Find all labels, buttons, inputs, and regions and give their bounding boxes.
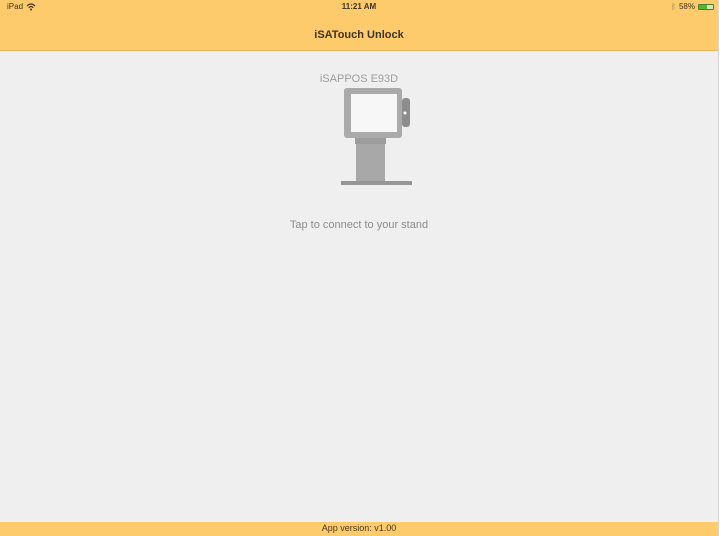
device-name[interactable]: iSAPPOS E93D [0,73,718,85]
bluetooth-icon: ᛒ [671,2,676,11]
battery-percent: 58% [678,2,695,11]
app-version: App version: v1.00 [321,523,397,533]
status-bar-right: ᛒ 58% [671,2,714,11]
bottom-bar: App version: v1.00 [0,522,718,536]
battery-fill [699,4,708,9]
connect-instruction[interactable]: Tap to connect to your stand [0,219,718,231]
status-time: 11:21 AM [341,2,377,11]
app-window: iPad 11:21 AM ᛒ 58% iSATouch Unlock iSAP… [0,0,719,536]
tablet-stand-icon[interactable] [338,88,422,188]
page-title: iSATouch Unlock [314,29,404,41]
battery-icon [698,3,714,10]
top-bar: iPad 11:21 AM ᛒ 58% iSATouch Unlock [0,0,718,51]
